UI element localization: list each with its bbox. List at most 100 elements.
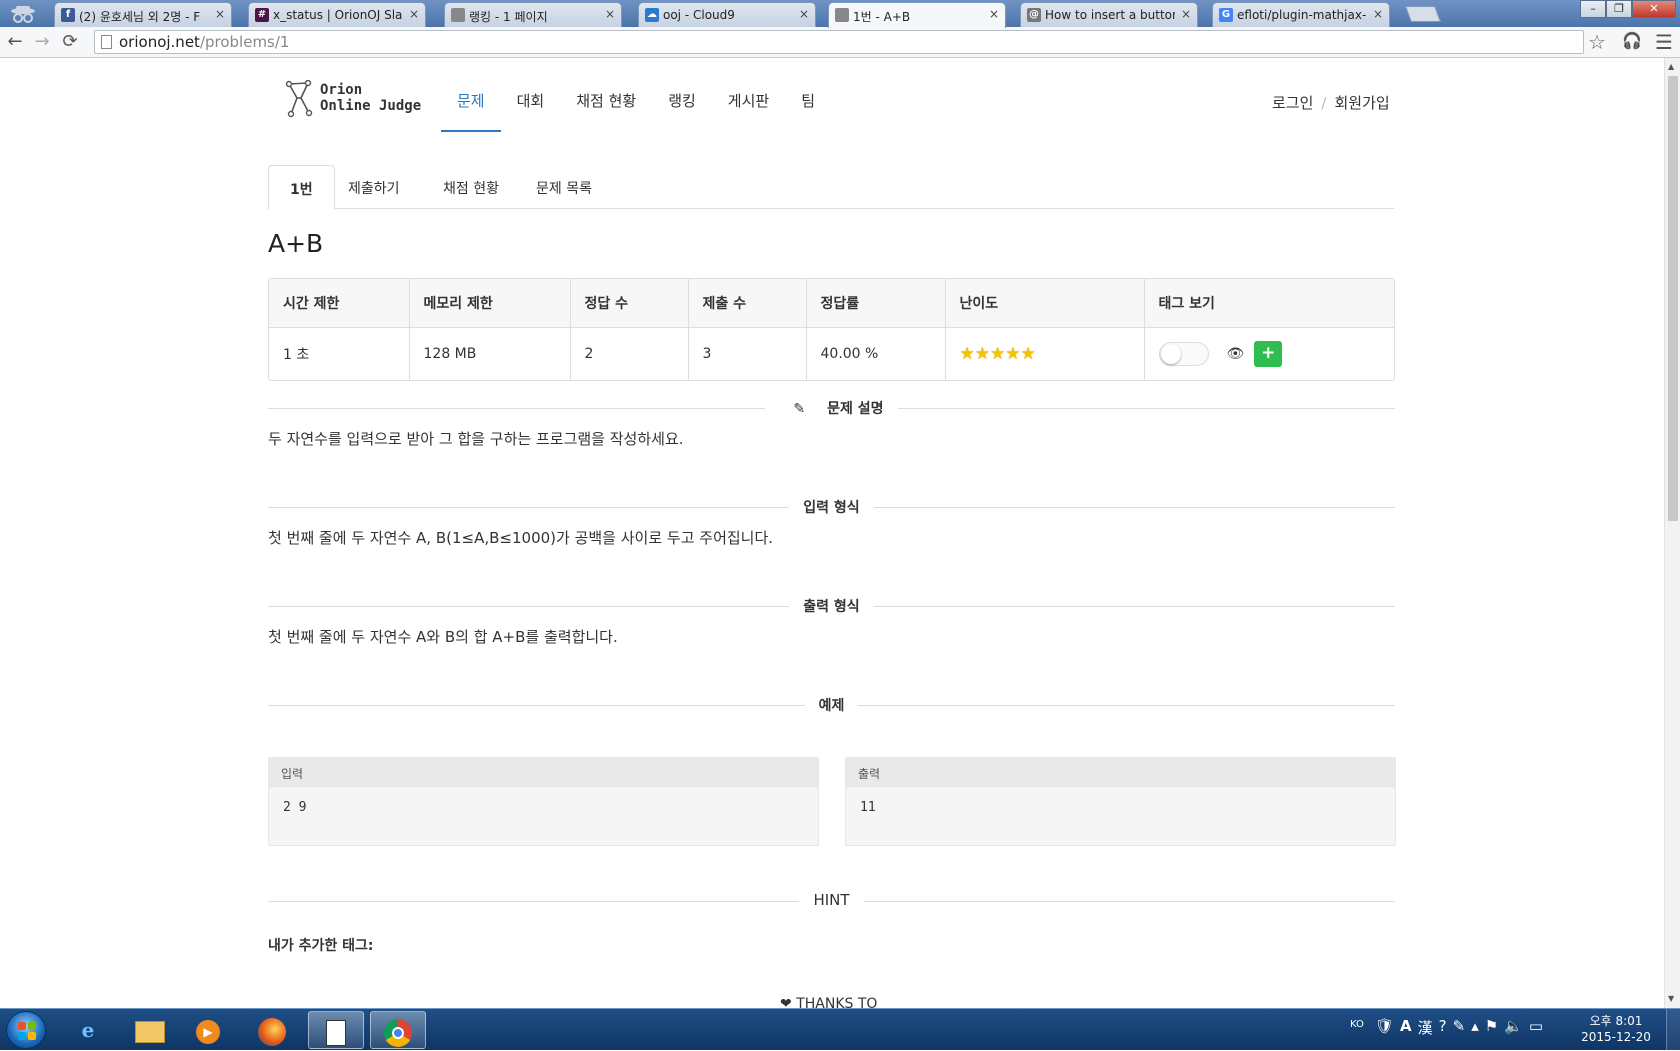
page-icon bbox=[835, 8, 849, 22]
browser-tab[interactable]: Gefloti/plugin-mathjax-pou × bbox=[1212, 2, 1390, 27]
tab-problem-list[interactable]: 문제 목록 bbox=[515, 165, 613, 209]
tab-close-icon[interactable]: × bbox=[409, 7, 419, 21]
scrollbar-thumb[interactable] bbox=[1668, 76, 1678, 521]
tab-problem[interactable]: 1번 bbox=[268, 165, 335, 210]
login-link[interactable]: 로그인 bbox=[1272, 94, 1313, 112]
security-icon[interactable]: 🛡 bbox=[1375, 1017, 1394, 1038]
browser-tab[interactable]: 랭킹 - 1 페이지 × bbox=[444, 2, 622, 27]
tab-submit[interactable]: 제출하기 bbox=[327, 165, 421, 209]
browser-tab[interactable]: @ How to insert a button in × bbox=[1020, 2, 1198, 27]
menu-icon[interactable]: ☰ bbox=[1655, 30, 1673, 54]
chrome-icon[interactable] bbox=[370, 1011, 426, 1049]
my-tags-label: 내가 추가한 태그: bbox=[268, 938, 374, 954]
system-tray: 🛡 A 漢 ? ✎ ▴ ⚑ 🔈 ▭ bbox=[1375, 1017, 1543, 1038]
tab-status[interactable]: 채점 현황 bbox=[422, 165, 520, 209]
nav-item[interactable]: 랭킹 bbox=[652, 78, 712, 132]
network-icon[interactable]: ▭ bbox=[1529, 1017, 1543, 1038]
new-tab-button[interactable] bbox=[1405, 6, 1441, 22]
start-button[interactable] bbox=[6, 1011, 46, 1049]
section-example-heading: 예제 bbox=[268, 695, 1395, 715]
site-logo[interactable]: Orion Online Judge bbox=[284, 80, 429, 120]
problem-info-table: 시간 제한 메모리 제한 정답 수 제출 수 정답률 난이도 태그 보기 1 초… bbox=[268, 278, 1395, 381]
window-close-button[interactable]: ✕ bbox=[1632, 0, 1676, 18]
incognito-icon bbox=[11, 6, 35, 23]
difficulty-stars-icon: ★★★★★ bbox=[959, 344, 1036, 365]
forward-icon[interactable]: → bbox=[31, 31, 53, 53]
section-description-heading: ✎ 문제 설명 bbox=[268, 398, 1395, 418]
description-title: 문제 설명 bbox=[827, 401, 884, 417]
pen-icon[interactable]: ✎ bbox=[1453, 1017, 1466, 1038]
accepted-value: 2 bbox=[570, 327, 689, 380]
address-bar[interactable]: orionoj.net/problems/1 bbox=[94, 30, 1584, 54]
nav-item[interactable]: 채점 현황 bbox=[560, 78, 652, 132]
submissions-value: 3 bbox=[688, 327, 807, 380]
tab-close-icon[interactable]: × bbox=[1181, 7, 1191, 21]
tab-close-icon[interactable]: × bbox=[799, 7, 809, 21]
headphones-icon[interactable]: 🎧 bbox=[1622, 31, 1642, 50]
scroll-up-icon[interactable]: ▲ bbox=[1668, 62, 1674, 71]
minimize-button[interactable]: – bbox=[1580, 0, 1606, 18]
tab-close-icon[interactable]: × bbox=[989, 7, 999, 21]
back-icon[interactable]: ← bbox=[4, 31, 26, 53]
ratio-value: 40.00 % bbox=[806, 327, 946, 380]
reload-icon[interactable]: ⟳ bbox=[59, 31, 81, 53]
tray-expand-icon[interactable]: ▴ bbox=[1471, 1017, 1479, 1038]
logo-text: Orion Online Judge bbox=[320, 82, 422, 114]
tab-close-icon[interactable]: × bbox=[1373, 7, 1383, 21]
add-tag-button[interactable]: + bbox=[1254, 341, 1283, 368]
show-desktop-button[interactable] bbox=[1666, 1009, 1680, 1051]
browser-tab[interactable]: # x_status | OrionOJ Slack × bbox=[248, 2, 426, 27]
example-title: 예제 bbox=[804, 698, 859, 714]
tags-cell: 👁 + bbox=[1144, 327, 1394, 380]
tab-close-icon[interactable]: × bbox=[215, 7, 225, 21]
input-language[interactable]: KO bbox=[1350, 1019, 1364, 1030]
media-player-icon[interactable]: ▶ bbox=[180, 1011, 236, 1049]
nav-item[interactable]: 대회 bbox=[501, 78, 561, 132]
page-scrollbar[interactable]: ▲ ▼ bbox=[1664, 58, 1680, 1008]
browser-tab[interactable]: ☁ ooj - Cloud9 × bbox=[638, 2, 816, 27]
google-icon: G bbox=[1219, 8, 1233, 22]
maximize-button[interactable]: ❐ bbox=[1606, 0, 1632, 18]
action-center-icon[interactable]: ⚑ bbox=[1485, 1017, 1498, 1038]
nav-item[interactable]: 팀 bbox=[785, 78, 831, 132]
browser-tab[interactable]: f (2) 윤호세님 외 2명 - F × bbox=[54, 2, 232, 27]
volume-icon[interactable]: 🔈 bbox=[1504, 1017, 1523, 1038]
sample-output-value[interactable]: 11 bbox=[846, 787, 1395, 815]
hanja-icon[interactable]: 漢 bbox=[1418, 1017, 1433, 1038]
eye-icon[interactable]: 👁 bbox=[1227, 346, 1245, 362]
tab-title: efloti/plugin-mathjax-pou bbox=[1237, 8, 1367, 22]
tab-title: 1번 - A+B bbox=[853, 10, 911, 24]
help-icon[interactable]: ? bbox=[1439, 1017, 1447, 1038]
main-nav: 문제 대회 채점 현황 랭킹 게시판 팀 bbox=[441, 78, 831, 132]
internet-explorer-icon[interactable]: e bbox=[60, 1011, 116, 1049]
time-limit-value: 1 초 bbox=[269, 327, 410, 380]
output-text: 첫 번째 줄에 두 자연수 A와 B의 합 A+B를 출력합니다. bbox=[268, 628, 618, 646]
firefox-icon[interactable] bbox=[244, 1011, 300, 1049]
nav-item[interactable]: 문제 bbox=[441, 78, 501, 132]
tag-toggle[interactable] bbox=[1158, 342, 1209, 367]
auth-separator: / bbox=[1321, 94, 1327, 112]
output-title: 출력 형식 bbox=[789, 599, 874, 615]
system-clock[interactable]: 오후 8:01 2015-12-20 bbox=[1580, 1013, 1652, 1045]
sample-input-value[interactable]: 2 9 bbox=[269, 787, 818, 815]
pencil-icon: ✎ bbox=[779, 401, 820, 417]
signup-link[interactable]: 회원가입 bbox=[1334, 94, 1389, 112]
nav-item[interactable]: 게시판 bbox=[712, 78, 785, 132]
windows-logo-icon bbox=[18, 1022, 36, 1040]
bookmark-star-icon[interactable]: ☆ bbox=[1588, 30, 1606, 54]
browser-tab[interactable]: 1번 - A+B × bbox=[828, 2, 1006, 28]
input-text: 첫 번째 줄에 두 자연수 A, B(1≤A,B≤1000)가 공백을 사이로 … bbox=[268, 529, 774, 547]
header-tags: 태그 보기 bbox=[1144, 279, 1394, 328]
code-editor-icon[interactable] bbox=[308, 1011, 364, 1049]
stackoverflow-icon: @ bbox=[1027, 8, 1041, 22]
orion-logo-icon bbox=[285, 80, 313, 118]
sample-input-label: 입력 bbox=[269, 758, 818, 787]
problem-tabs: 1번 제출하기 채점 현황 문제 목록 bbox=[268, 165, 1394, 210]
header-difficulty: 난이도 bbox=[945, 279, 1145, 328]
ime-icon[interactable]: A bbox=[1400, 1017, 1412, 1038]
hint-title: HINT bbox=[799, 891, 864, 909]
tab-close-icon[interactable]: × bbox=[605, 7, 615, 21]
scroll-down-icon[interactable]: ▼ bbox=[1668, 994, 1674, 1003]
file-explorer-icon[interactable] bbox=[122, 1011, 178, 1049]
page-icon bbox=[451, 8, 465, 22]
